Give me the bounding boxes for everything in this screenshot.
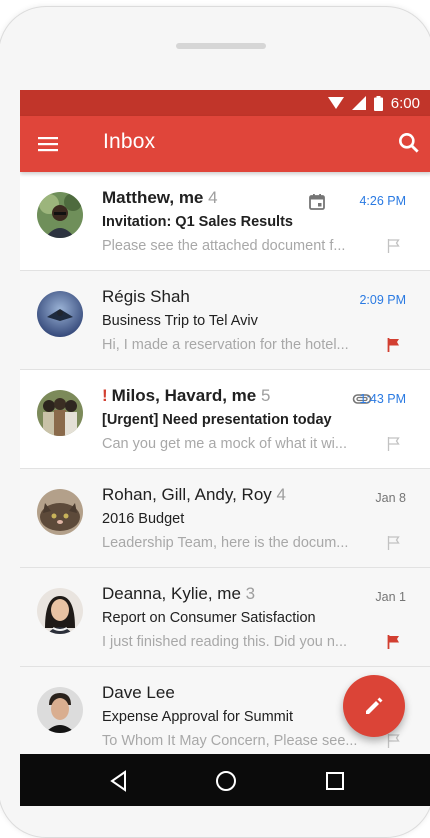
- avatar: [37, 192, 83, 238]
- email-row[interactable]: Rohan, Gill, Andy, Roy 4 2016 Budget Lea…: [20, 469, 430, 568]
- navigation-bar: [20, 754, 430, 806]
- subject: [Urgent] Need presentation today: [102, 412, 332, 428]
- email-row[interactable]: Régis Shah Business Trip to Tel Aviv Hi,…: [20, 271, 430, 370]
- flag-red-icon[interactable]: [386, 337, 402, 353]
- sender: Rohan, Gill, Andy, Roy 4: [102, 485, 286, 504]
- status-time: 6:00: [390, 94, 420, 112]
- subject: 2016 Budget: [102, 511, 185, 527]
- home-icon[interactable]: [213, 768, 239, 794]
- avatar: [37, 390, 83, 436]
- menu-icon[interactable]: [36, 132, 60, 156]
- pencil-icon: [366, 697, 383, 714]
- snippet: To Whom It May Concern, Please see...: [102, 733, 358, 749]
- sender: Deanna, Kylie, me 3: [102, 584, 256, 603]
- snippet: Please see the attached document f...: [102, 238, 346, 254]
- sender: Dave Lee: [102, 683, 175, 702]
- sender: ! Milos, Havard, me 5: [102, 386, 271, 405]
- compose-button[interactable]: [343, 675, 405, 737]
- important-marker: !: [102, 386, 108, 405]
- sender: Régis Shah: [102, 287, 190, 306]
- avatar: [37, 687, 83, 733]
- flag-red-icon[interactable]: [386, 634, 402, 650]
- subject: Invitation: Q1 Sales Results: [102, 214, 293, 230]
- wifi-icon: [327, 97, 344, 109]
- signal-icon: [351, 96, 366, 110]
- flag-outline-icon[interactable]: [386, 535, 402, 551]
- subject: Business Trip to Tel Aviv: [102, 313, 258, 329]
- snippet: Hi, I made a reservation for the hotel..…: [102, 337, 349, 353]
- snippet: Leadership Team, here is the docum...: [102, 535, 349, 551]
- subject: Expense Approval for Summit: [102, 709, 294, 725]
- flag-outline-icon[interactable]: [386, 733, 402, 749]
- page-title: Inbox: [103, 130, 156, 153]
- sender: Matthew, me 4: [102, 188, 218, 207]
- snippet: Can you get me a mock of what it wi...: [102, 436, 347, 452]
- email-row[interactable]: ! Milos, Havard, me 5 [Urgent] Need prese…: [20, 370, 430, 469]
- time: 1:43 PM: [359, 392, 406, 406]
- time: 2:09 PM: [359, 293, 406, 307]
- calendar-icon: [309, 194, 325, 210]
- flag-outline-icon[interactable]: [386, 238, 402, 254]
- search-icon[interactable]: [396, 130, 422, 156]
- battery-icon: [373, 95, 383, 111]
- time: 4:26 PM: [359, 194, 406, 208]
- recents-icon[interactable]: [322, 768, 348, 794]
- avatar: [37, 489, 83, 535]
- email-row[interactable]: Matthew, me 4 Invitation: Q1 Sales Resul…: [20, 172, 430, 271]
- subject: Report on Consumer Satisfaction: [102, 610, 316, 626]
- phone-speaker: [176, 43, 266, 49]
- avatar: [37, 588, 83, 634]
- time: Jan 1: [375, 590, 406, 604]
- flag-outline-icon[interactable]: [386, 436, 402, 452]
- email-row[interactable]: Deanna, Kylie, me 3 Report on Consumer S…: [20, 568, 430, 667]
- snippet: I just finished reading this. Did you n.…: [102, 634, 348, 650]
- avatar: [37, 291, 83, 337]
- status-bar: 6:00: [20, 90, 430, 116]
- back-icon[interactable]: [106, 768, 132, 794]
- time: Jan 8: [375, 491, 406, 505]
- app-bar: Inbox: [20, 116, 430, 172]
- phone-screen: 6:00 Inbox Matthew, me 4 Invitation: Q1 …: [20, 90, 430, 806]
